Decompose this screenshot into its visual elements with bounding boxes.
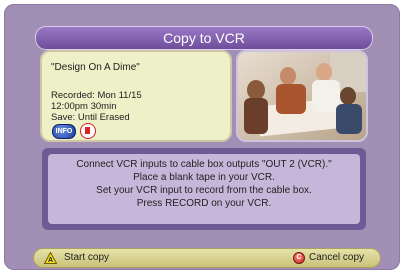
page-title: Copy to VCR	[35, 26, 373, 50]
info-icon[interactable]: INFO	[52, 123, 76, 139]
instruction-line: Connect VCR inputs to cable box outputs …	[76, 159, 332, 170]
program-title: "Design On A Dime"	[51, 62, 140, 73]
c-button-icon[interactable]: C	[293, 252, 305, 264]
status-icons: INFO	[52, 123, 96, 139]
program-thumbnail	[236, 50, 368, 142]
instructions-box: Connect VCR inputs to cable box outputs …	[48, 154, 360, 224]
instruction-line: Place a blank tape in your VCR.	[133, 172, 275, 183]
people-photo-icon	[238, 52, 366, 140]
program-info-panel: "Design On A Dime" Recorded: Mon 11/15 1…	[40, 50, 232, 142]
save-status: Save: Until Erased	[51, 112, 130, 123]
recorded-time: 12:00pm 30min	[51, 101, 117, 112]
instruction-line: Press RECORD on your VCR.	[136, 198, 272, 209]
a-button-key: A	[48, 257, 53, 264]
save-until-erased-icon	[80, 123, 96, 139]
footer-bar: A Start copy C Cancel copy	[33, 248, 381, 268]
recorded-date: Recorded: Mon 11/15	[51, 90, 142, 101]
instruction-line: Set your VCR input to record from the ca…	[96, 185, 312, 196]
start-copy-button[interactable]: Start copy	[64, 252, 109, 263]
program-details: Recorded: Mon 11/15 12:00pm 30min Save: …	[51, 90, 142, 123]
cancel-copy-button[interactable]: Cancel copy	[309, 252, 364, 263]
a-button-icon[interactable]: A	[44, 252, 57, 264]
